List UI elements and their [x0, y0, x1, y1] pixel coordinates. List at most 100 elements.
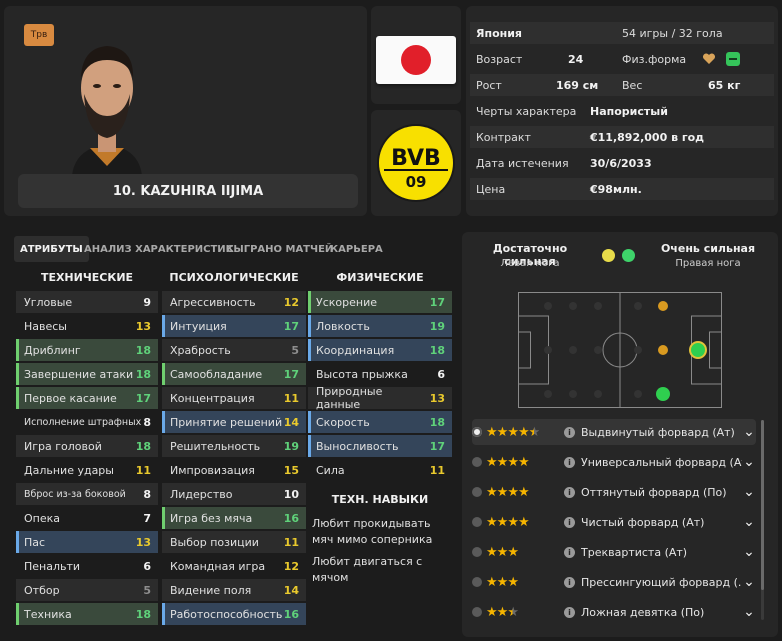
role-radio[interactable] [472, 547, 482, 557]
role-row[interactable]: ★★★★★ i Выдвинутый форвард (Ат) ⌄ [472, 419, 756, 445]
attribute-row[interactable]: Решительность 19 [162, 435, 306, 457]
tab-matches[interactable]: СЫГРАНО МАТЧЕЙ [220, 236, 339, 262]
attribute-value: 18 [429, 343, 445, 357]
price-label: Цена [476, 182, 506, 196]
star-icon: ★ [507, 544, 519, 560]
chevron-down-icon[interactable]: ⌄ [742, 425, 756, 439]
role-row[interactable]: ★★★★★i Оттянутый форвард (По) ⌄ [472, 479, 756, 505]
attribute-row[interactable]: Храбрость 5 [162, 339, 306, 361]
attribute-row[interactable]: Импровизация 15 [162, 459, 306, 481]
attribute-row[interactable]: Опека 7 [16, 507, 158, 529]
heart-icon [702, 52, 716, 66]
attribute-row[interactable]: Природные данные 13 [308, 385, 452, 411]
role-rating-stars: ★★★★★ [486, 576, 564, 589]
chevron-down-icon[interactable]: ⌄ [742, 515, 756, 529]
attribute-value: 17 [429, 439, 445, 453]
attribute-row[interactable]: Дальние удары 11 [16, 459, 158, 481]
role-row[interactable]: ★★★★★iУниверсальный форвард (Ат)⌄ [472, 449, 756, 475]
role-label: Универсальный форвард (Ат) [581, 455, 742, 469]
attribute-row[interactable]: Дриблинг 18 [16, 339, 158, 361]
info-icon[interactable]: i [564, 426, 575, 438]
attribute-row[interactable]: Техника 18 [16, 603, 158, 625]
star-icon: ★ [528, 424, 541, 440]
attribute-row[interactable]: Угловые 9 [16, 291, 158, 313]
info-icon[interactable]: i [564, 486, 575, 498]
role-radio[interactable] [472, 487, 482, 497]
role-row[interactable]: ★★★★★iЛожная девятка (По)⌄ [472, 599, 756, 625]
star-icon: ★ [486, 424, 498, 440]
attribute-row[interactable]: Сила 11 [308, 459, 452, 481]
attribute-row[interactable]: Высота прыжка 6 [308, 363, 452, 385]
role-radio[interactable] [472, 457, 482, 467]
attribute-row[interactable]: Пас 13 [16, 531, 158, 553]
attribute-row[interactable]: Отбор 5 [16, 579, 158, 601]
attribute-row[interactable]: Ловкость 19 [308, 315, 452, 337]
attribute-row[interactable]: Выбор позиции 11 [162, 531, 306, 553]
attribute-row[interactable]: Командная игра 12 [162, 555, 306, 577]
info-icon[interactable]: i [564, 576, 575, 588]
pitch-positions-map[interactable] [518, 292, 722, 408]
attribute-row[interactable]: Пенальти 6 [16, 555, 158, 577]
tab-analysis[interactable]: АНАЛИЗ ХАРАКТЕРИСТИК [78, 236, 240, 262]
star-icon: ★ [518, 546, 529, 559]
attribute-row[interactable]: Принятие решений 14 [162, 411, 306, 433]
attribute-row[interactable]: Самообладание 17 [162, 363, 306, 385]
info-icon[interactable]: i [564, 606, 575, 618]
club-badge-panel[interactable]: BVB 09 [371, 110, 461, 216]
role-row[interactable]: ★★★★★iТреквартиста (Ат)⌄ [472, 539, 756, 565]
chevron-down-icon[interactable]: ⌄ [742, 545, 756, 559]
chevron-down-icon[interactable]: ⌄ [742, 455, 756, 469]
attribute-row[interactable]: Координация 18 [308, 339, 452, 361]
player-portrait [62, 16, 152, 176]
role-radio[interactable] [472, 607, 482, 617]
attribute-row[interactable]: Игра головой 18 [16, 435, 158, 457]
roles-scrollbar[interactable] [761, 420, 764, 620]
attribute-label: Пенальти [24, 559, 81, 573]
role-row[interactable]: ★★★★★iЧистый форвард (Ат)⌄ [472, 509, 756, 535]
star-icon: ★ [529, 546, 540, 559]
attribute-row[interactable]: Игра без мяча 16 [162, 507, 306, 529]
role-radio[interactable] [472, 517, 482, 527]
japan-flag-icon [376, 36, 456, 84]
chevron-down-icon[interactable]: ⌄ [742, 485, 756, 499]
nation-flag-panel[interactable] [371, 6, 461, 104]
attribute-row[interactable]: Ускорение 17 [308, 291, 452, 313]
info-icon[interactable]: i [564, 456, 575, 468]
attribute-row[interactable]: Исполнение штрафных 8 [16, 411, 158, 433]
attribute-value: 18 [135, 343, 151, 357]
traits-value[interactable]: Напористый [590, 100, 668, 122]
role-radio[interactable] [472, 427, 482, 437]
player-name: 10. KAZUHIRA IIJIMA [18, 174, 358, 208]
role-row[interactable]: ★★★★★iПрессингующий форвард (...⌄ [472, 569, 756, 595]
attribute-row[interactable]: Агрессивность 12 [162, 291, 306, 313]
attribute-value: 11 [429, 463, 445, 477]
attribute-label: Угловые [24, 295, 73, 309]
nation-name[interactable]: Япония [476, 22, 522, 44]
tab-career[interactable]: КАРЬЕРА [324, 236, 389, 262]
attribute-row[interactable]: Первое касание 17 [16, 387, 158, 409]
info-icon[interactable]: i [564, 546, 575, 558]
attribute-label: Координация [316, 343, 395, 357]
attribute-row[interactable]: Работоспособность 16 [162, 603, 306, 625]
attribute-value: 14 [283, 583, 299, 597]
attribute-row[interactable]: Интуиция 17 [162, 315, 306, 337]
attribute-row[interactable]: Выносливость 17 [308, 435, 452, 457]
chevron-down-icon[interactable]: ⌄ [742, 605, 756, 619]
star-icon: ★ [496, 484, 509, 500]
role-label: Оттянутый форвард (По) [581, 485, 727, 499]
attribute-row[interactable]: Навесы 13 [16, 315, 158, 337]
attribute-row[interactable]: Концентрация 11 [162, 387, 306, 409]
attribute-row[interactable]: Лидерство 10 [162, 483, 306, 505]
attribute-value: 19 [283, 439, 299, 453]
attribute-label: Вброс из-за боковой [24, 488, 126, 500]
chevron-down-icon[interactable]: ⌄ [742, 575, 756, 589]
attribute-row[interactable]: Завершение атаки 18 [16, 363, 158, 385]
star-icon: ★ [496, 604, 509, 620]
attribute-row[interactable]: Видение поля 14 [162, 579, 306, 601]
role-rating-stars: ★★★★★ [486, 486, 564, 499]
attribute-row[interactable]: Вброс из-за боковой 8 [16, 483, 158, 505]
attribute-label: Самообладание [170, 367, 263, 381]
info-icon[interactable]: i [564, 516, 575, 528]
role-radio[interactable] [472, 577, 482, 587]
attribute-row[interactable]: Скорость 18 [308, 411, 452, 433]
